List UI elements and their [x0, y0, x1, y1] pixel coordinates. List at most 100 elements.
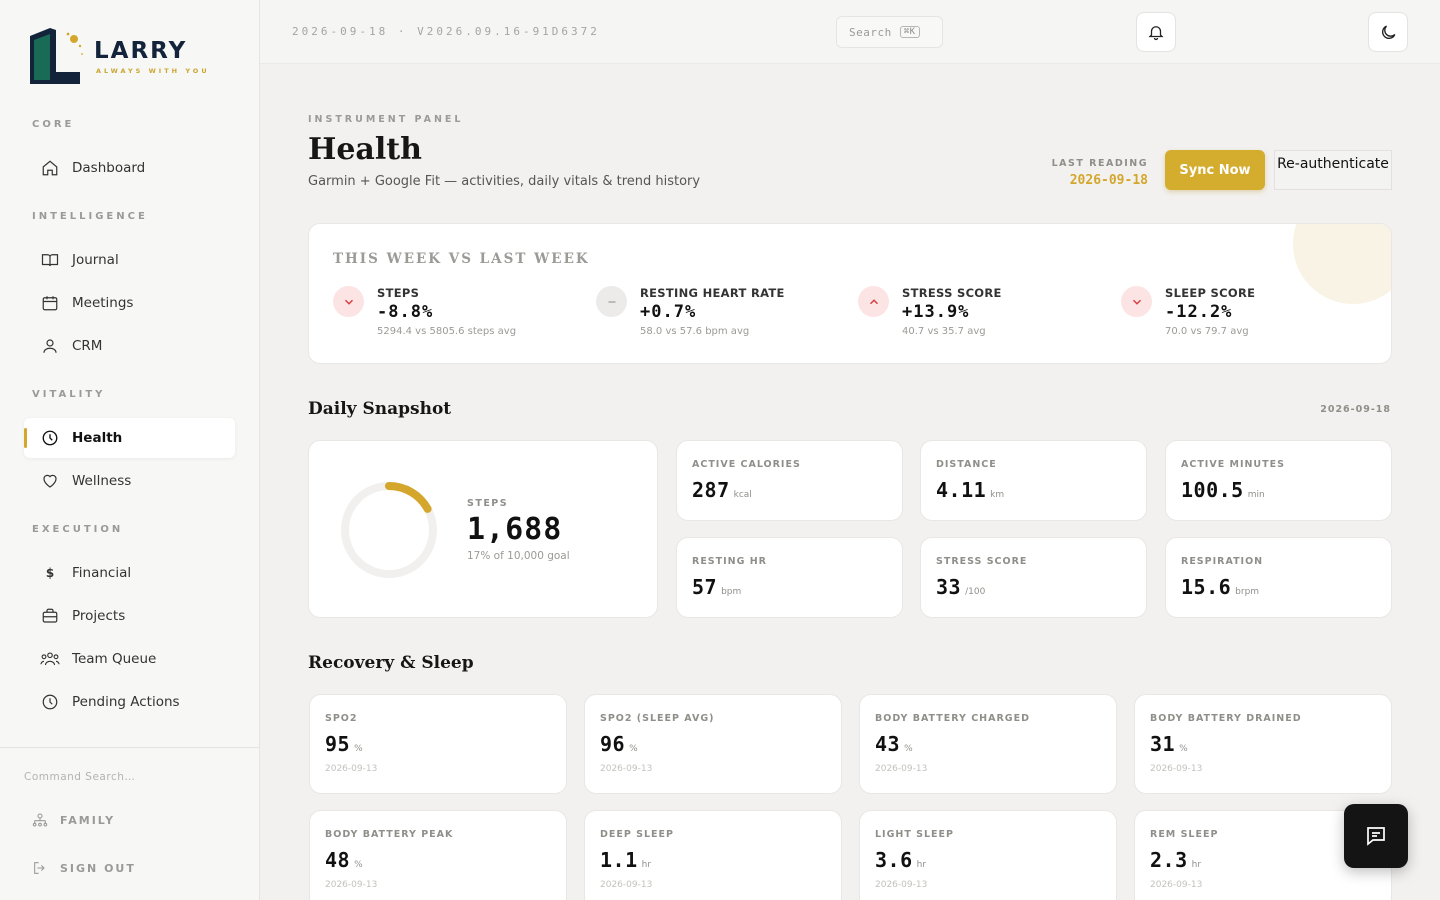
sidebar-item-wellness[interactable]: Wellness — [24, 461, 235, 501]
metric-number: 100.5 — [1181, 478, 1244, 502]
family-link[interactable]: FAMILY — [32, 812, 115, 828]
sidebar-item-meetings[interactable]: Meetings — [24, 283, 235, 323]
metric-unit: min — [1247, 490, 1265, 500]
metric-label: BODY BATTERY PEAK — [325, 829, 454, 840]
metric-value: 57 bpm — [692, 575, 741, 599]
comparison-value: -12.2% — [1165, 302, 1233, 322]
steps-card: STEPS 1,688 17% of 10,000 goal — [308, 440, 658, 618]
metric-label: SPO2 (SLEEP AVG) — [600, 713, 715, 724]
sidebar-item-pending-actions[interactable]: Pending Actions — [24, 682, 235, 722]
last-reading-value: 2026-09-18 — [1069, 173, 1148, 188]
briefcase-icon — [40, 606, 60, 626]
nav-section-execution: EXECUTION — [32, 524, 124, 535]
recovery-card: BODY BATTERY PEAK 48% 2026-09-13 — [309, 810, 567, 900]
calendar-icon — [40, 293, 60, 313]
recovery-sleep-title: Recovery & Sleep — [308, 653, 474, 673]
brand-name: LARRY — [94, 38, 188, 64]
moon-icon — [1381, 25, 1395, 39]
recovery-card: LIGHT SLEEP 3.6 hr 2026-09-13 — [859, 810, 1117, 900]
metric-unit: bpm — [721, 587, 742, 597]
reauthenticate-button[interactable]: Re-authenticate — [1274, 150, 1392, 190]
sidebar-item-label: CRM — [72, 338, 103, 354]
sidebar-item-health[interactable]: Health — [24, 418, 235, 458]
sidebar-item-journal[interactable]: Journal — [24, 240, 235, 280]
bell-icon — [1148, 26, 1164, 41]
sidebar-item-label: Health — [72, 430, 123, 446]
metric-value: 2.3 hr — [1150, 848, 1201, 872]
metric-unit: % — [629, 744, 638, 754]
comparison-label: STEPS — [377, 286, 420, 300]
metric-value: 43% — [875, 732, 913, 756]
brand-logo[interactable]: LARRY ALWAYS WITH YOU — [30, 26, 210, 86]
comparison-detail: 70.0 vs 79.7 avg — [1165, 326, 1249, 337]
metric-label: DISTANCE — [936, 459, 997, 470]
shortcut-badge: ⌘K — [899, 26, 920, 38]
metric-unit: hr — [641, 860, 652, 870]
top-bar: 2026-09-18 · V2026.09.16-91D6372 Search … — [260, 0, 1440, 64]
comparison-value: -8.8% — [377, 302, 434, 322]
steps-label: STEPS — [467, 498, 509, 509]
comparison-label: RESTING HEART RATE — [640, 286, 785, 300]
metric-label: LIGHT SLEEP — [875, 829, 954, 840]
chevron-down-icon — [1121, 286, 1152, 317]
heart-icon — [40, 471, 60, 491]
metric-value: 31% — [1150, 732, 1188, 756]
notifications-button[interactable] — [1136, 12, 1176, 52]
page-title: Health — [308, 132, 422, 167]
theme-toggle-button[interactable] — [1368, 12, 1408, 52]
metric-number: 57 — [692, 575, 718, 599]
metric-number: 287 — [692, 478, 730, 502]
sidebar-item-label: Journal — [72, 252, 119, 268]
clock-icon — [40, 428, 60, 448]
metric-card: RESTING HR 57 bpm — [676, 537, 903, 618]
recovery-card: SPO2 (SLEEP AVG) 96% 2026-09-13 — [584, 694, 842, 794]
metric-label: RESTING HR — [692, 556, 767, 567]
metric-value: 48% — [325, 848, 363, 872]
metric-number: 3.6 — [875, 848, 913, 872]
chat-button[interactable] — [1344, 804, 1408, 868]
sidebar-item-label: Financial — [72, 565, 132, 581]
week-comparison-title: THIS WEEK VS LAST WEEK — [333, 251, 590, 267]
daily-snapshot-title: Daily Snapshot — [308, 399, 452, 419]
sidebar-item-dashboard[interactable]: Dashboard — [24, 148, 235, 188]
sidebar-item-label: Team Queue — [72, 651, 157, 667]
recovery-card: BODY BATTERY DRAINED 31% 2026-09-13 — [1134, 694, 1392, 794]
metric-card: ACTIVE CALORIES 287 kcal — [676, 440, 903, 521]
sidebar-item-projects[interactable]: Projects — [24, 596, 235, 636]
metric-date: 2026-09-13 — [875, 764, 928, 774]
family-label: FAMILY — [60, 813, 116, 827]
metric-label: DEEP SLEEP — [600, 829, 674, 840]
search-button[interactable]: Search ⌘K — [836, 16, 943, 48]
metric-value: 100.5 min — [1181, 478, 1265, 502]
metric-unit: % — [904, 744, 913, 754]
metric-date: 2026-09-13 — [325, 880, 378, 890]
sidebar-divider — [0, 747, 259, 748]
page-subtitle: Garmin + Google Fit — activities, daily … — [308, 174, 701, 189]
command-search[interactable]: Command Search… — [24, 771, 135, 783]
metric-label: SPO2 — [325, 713, 358, 724]
sidebar-item-financial[interactable]: $ Financial — [24, 553, 235, 593]
sidebar-item-crm[interactable]: CRM — [24, 326, 235, 366]
minus-icon — [596, 286, 627, 317]
recovery-card: SPO2 95% 2026-09-13 — [309, 694, 567, 794]
metric-date: 2026-09-13 — [600, 880, 653, 890]
metric-unit: % — [1179, 744, 1188, 754]
nav-section-vitality: VITALITY — [32, 389, 106, 400]
week-comparison-card: THIS WEEK VS LAST WEEK STEPS -8.8% 5294.… — [308, 223, 1392, 364]
steps-goal: 17% of 10,000 goal — [467, 550, 570, 562]
metric-number: 48 — [325, 848, 351, 872]
dollar-icon: $ — [45, 566, 55, 580]
metric-unit: /100 — [965, 587, 986, 597]
sign-out-link[interactable]: SIGN OUT — [32, 860, 136, 876]
team-icon — [40, 649, 60, 669]
metric-number: 2.3 — [1150, 848, 1188, 872]
recovery-card: BODY BATTERY CHARGED 43% 2026-09-13 — [859, 694, 1117, 794]
build-meta: 2026-09-18 · V2026.09.16-91D6372 — [292, 25, 600, 38]
metric-date: 2026-09-13 — [1150, 764, 1203, 774]
book-icon — [40, 250, 60, 270]
brand-tagline: ALWAYS WITH YOU — [96, 67, 210, 75]
comparison-stress: STRESS SCORE +13.9% 40.7 vs 35.7 avg — [858, 286, 1108, 346]
sync-now-button[interactable]: Sync Now — [1165, 150, 1265, 190]
sidebar-item-team-queue[interactable]: Team Queue — [24, 639, 235, 679]
user-icon — [40, 336, 60, 356]
